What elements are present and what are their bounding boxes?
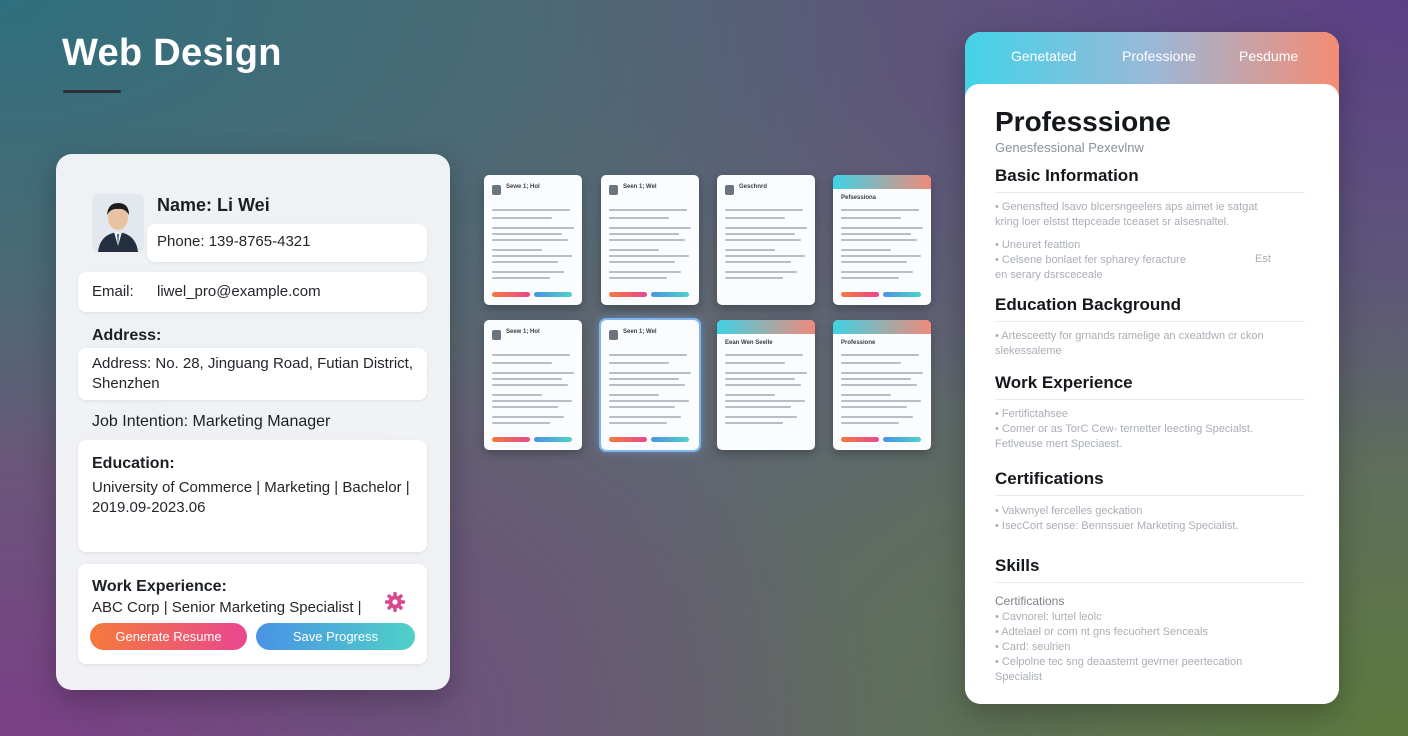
save-progress-button[interactable]: Save Progress <box>256 623 415 650</box>
template-thumbnail[interactable]: Seen 1; Wel <box>599 318 701 452</box>
address-label: Address: <box>92 327 162 344</box>
phone-value: Phone: 139-8765-4321 <box>157 233 311 250</box>
template-name: Eean Wen Seelle <box>725 340 773 346</box>
work-experience-field[interactable]: Work Experience: ABC Corp | Senior Marke… <box>78 564 427 664</box>
template-name: Seew 1; Hol <box>506 329 540 335</box>
template-thumbnail[interactable]: Eean Wen Seelle <box>717 320 815 450</box>
skills-sub-label: Certifications <box>995 594 1065 608</box>
section-education: Education Background <box>995 295 1182 314</box>
email-field[interactable]: Email: liwel_pro@example.com <box>78 272 427 312</box>
tab-generated[interactable]: Genetated <box>1011 48 1076 64</box>
template-name: Seen 1; Wel <box>623 329 657 335</box>
work-experience-label: Work Experience: <box>92 578 227 595</box>
divider <box>995 192 1305 193</box>
template-name: Geschnrd <box>739 184 768 190</box>
title-underline <box>63 90 121 93</box>
address-value: Address: No. 28, Jinguang Road, Futian D… <box>92 355 413 392</box>
work-text: • Fertifictahsee • Comer or as TorC Cew-… <box>995 408 1253 450</box>
template-name: Pefsessiona <box>841 195 877 201</box>
work-experience-value: ABC Corp | Senior Marketing Specialist | <box>92 599 362 616</box>
template-thumbnail[interactable]: Pefsessiona <box>833 175 931 305</box>
template-name: Professione <box>841 340 876 346</box>
education-label: Education: <box>92 455 175 472</box>
section-basic-info: Basic Information <box>995 166 1139 185</box>
preview-body: Professsione Genesfessional Pexevlnw Bas… <box>965 84 1339 704</box>
address-field[interactable]: Address: No. 28, Jinguang Road, Futian D… <box>78 348 427 400</box>
template-thumbnail[interactable]: Sewe 1; Hol <box>484 175 582 305</box>
generate-resume-button[interactable]: Generate Resume <box>90 623 247 650</box>
email-label: Email: <box>92 283 134 300</box>
resume-form-card: Name: Li Wei Phone: 139-8765-4321 Email:… <box>56 154 450 690</box>
education-field[interactable]: Education: University of Commerce | Mark… <box>78 440 427 552</box>
tab-professional[interactable]: Professione <box>1122 48 1196 64</box>
avatar <box>92 194 144 252</box>
email-value: liwel_pro@example.com <box>157 283 321 300</box>
divider <box>995 321 1305 322</box>
basic-info-text: • Genensfted lsavo blcersngeelers aps ai… <box>995 201 1258 281</box>
page-title: Web Design <box>62 32 282 74</box>
education-value: University of Commerce | Marketing | Bac… <box>92 479 410 516</box>
skills-text: • Cavnorel: lurtel leolc • Adtelael or c… <box>995 611 1243 683</box>
tab-resume[interactable]: Pesdume <box>1239 48 1298 64</box>
preview-title: Professsione <box>995 106 1171 137</box>
job-intention-field[interactable]: Job Intention: Marketing Manager <box>92 413 330 431</box>
basic-info-side-text: Est <box>1255 253 1271 265</box>
resume-preview-card: Genetated Professione Pesdume Professsio… <box>965 32 1339 704</box>
certifications-text: • Vakwnyel fercelles geckation • IsecCor… <box>995 505 1239 532</box>
divider <box>995 582 1305 583</box>
template-name: Sewe 1; Hol <box>506 184 540 190</box>
education-text: • Artesceetty for grnands ramelige an cx… <box>995 330 1264 357</box>
section-skills: Skills <box>995 556 1040 575</box>
phone-field[interactable]: Phone: 139-8765-4321 <box>147 224 427 262</box>
preview-subtitle: Genesfessional Pexevlnw <box>995 140 1144 155</box>
divider <box>995 399 1305 400</box>
gear-icon[interactable] <box>384 591 406 613</box>
divider <box>995 495 1305 496</box>
template-thumbnail[interactable]: Seew 1; Hol <box>484 320 582 450</box>
template-name: Seen 1; Wel <box>623 184 657 190</box>
name-line: Name: Li Wei <box>157 195 270 215</box>
template-thumbnail[interactable]: Geschnrd <box>717 175 815 305</box>
section-work-experience: Work Experience <box>995 373 1133 392</box>
section-certifications: Certifications <box>995 469 1104 488</box>
template-thumbnail[interactable]: Professione <box>833 320 931 450</box>
template-thumbnail[interactable]: Seen 1; Wel <box>601 175 699 305</box>
